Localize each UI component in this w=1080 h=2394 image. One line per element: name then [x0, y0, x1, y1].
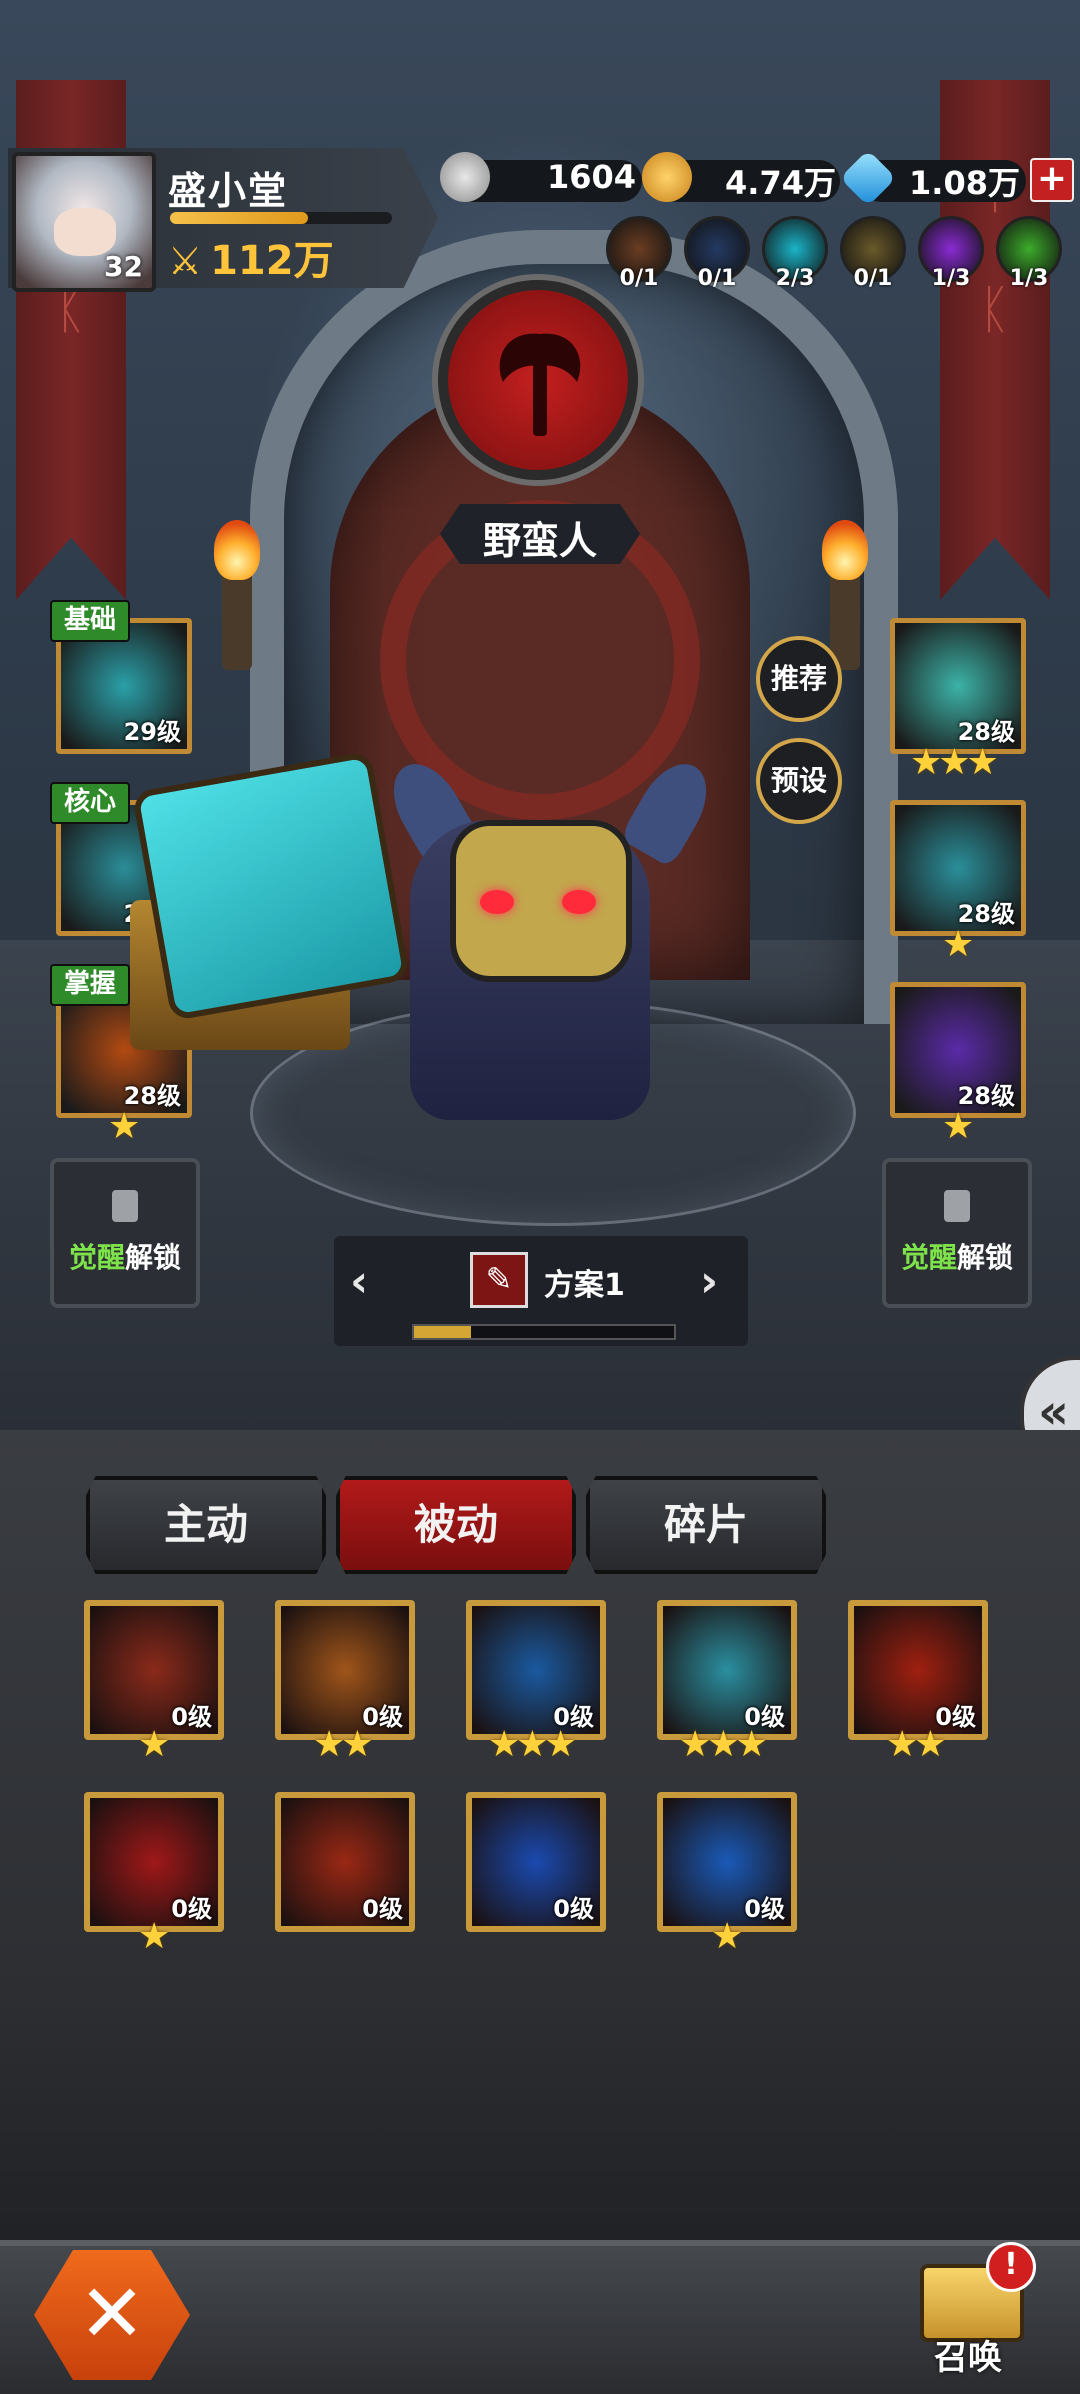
star-rating: ★: [108, 1106, 140, 1147]
slot-tag: 基础: [50, 600, 130, 642]
shield-upgrade-icon[interactable]: 0级: [275, 1600, 415, 1740]
skill-level: 0级: [171, 1895, 212, 1923]
combat-power: ⚔ 112万: [168, 238, 334, 284]
edit-pencil-icon[interactable]: ✎: [470, 1252, 528, 1308]
element-count: 2/3: [775, 266, 815, 291]
skill-level: 29级: [123, 718, 181, 746]
star-rating: ★: [711, 1916, 743, 1957]
preset-button[interactable]: 预设: [756, 738, 842, 824]
star-rating: ★★★: [488, 1724, 577, 1765]
element-count: 1/3: [931, 266, 971, 291]
lock-icon: [112, 1190, 138, 1222]
tab-active[interactable]: 主动: [86, 1476, 326, 1574]
fire-vortex-icon[interactable]: 0级: [84, 1792, 224, 1932]
locked-slot-left[interactable]: [50, 1158, 200, 1308]
player-name: 盛小堂: [168, 169, 289, 213]
skill-level: 0级: [362, 1895, 403, 1923]
star-rating: ★: [942, 1106, 974, 1147]
lock-icon: [944, 1190, 970, 1222]
star-rating: ★★★: [910, 742, 999, 783]
left-flame: [214, 520, 260, 580]
ice-shard-icon[interactable]: 0级: [657, 1600, 797, 1740]
star-rating: ★: [138, 1916, 170, 1957]
summon-label: 召唤: [934, 2338, 1002, 2378]
awaken-unlock-left: 觉醒解锁: [68, 1241, 182, 1274]
skill-level: 0级: [553, 1895, 594, 1923]
add-currency-button[interactable]: +: [1030, 158, 1074, 202]
element-count: 1/3: [1009, 266, 1049, 291]
skill-level: 0级: [744, 1895, 785, 1923]
plan-name: 方案1: [544, 1268, 625, 1303]
silver-value: 1604: [546, 158, 636, 196]
fire-aura-icon[interactable]: 0级: [275, 1792, 415, 1932]
plan-progress-bar: [412, 1324, 676, 1340]
skill-level: 0级: [171, 1703, 212, 1731]
heart-heal-icon[interactable]: 0级: [466, 1600, 606, 1740]
lightning-icon[interactable]: 28级: [890, 982, 1026, 1118]
slot-tag: 掌握: [50, 964, 130, 1006]
right-eye: [562, 890, 596, 914]
ice-hammer: [131, 750, 411, 1022]
awaken-unlock-right: 觉醒解锁: [900, 1241, 1014, 1274]
xp-bar: [170, 212, 392, 224]
element-count: 0/1: [853, 266, 893, 291]
axe-icon: [499, 333, 581, 436]
star-rating: ★: [942, 924, 974, 965]
star-rating: ★★: [886, 1724, 947, 1765]
class-name: 野蛮人: [482, 519, 597, 563]
gold-coin-icon: [642, 152, 692, 202]
diamond-value: 1.08万: [909, 164, 1020, 202]
lightning-shatter-icon[interactable]: 0级: [657, 1792, 797, 1932]
gold-value: 4.74万: [725, 164, 836, 202]
tab-fragments[interactable]: 碎片: [586, 1476, 826, 1574]
star-rating: ★★: [313, 1724, 374, 1765]
plan-prev-button[interactable]: ‹: [350, 1256, 368, 1307]
element-count: 0/1: [619, 266, 659, 291]
barbarian-helmet: [450, 820, 632, 982]
slot-tag: 核心: [50, 782, 130, 824]
locked-slot-right[interactable]: [882, 1158, 1032, 1308]
notification-badge: !: [986, 2242, 1036, 2292]
silver-coin-icon: [440, 152, 490, 202]
right-flame: [822, 520, 868, 580]
ice-crystal-icon[interactable]: 28级: [890, 618, 1026, 754]
recommend-button[interactable]: 推荐: [756, 636, 842, 722]
player-level: 32: [104, 250, 143, 283]
star-rating: ★: [138, 1724, 170, 1765]
tab-passive[interactable]: 被动: [336, 1476, 576, 1574]
star-rating: ★★★: [679, 1724, 768, 1765]
element-count: 0/1: [697, 266, 737, 291]
sword-upgrade-icon[interactable]: 0级: [84, 1600, 224, 1740]
ice-impact-icon[interactable]: 0级: [466, 1792, 606, 1932]
ice-eye-icon[interactable]: 28级: [890, 800, 1026, 936]
left-eye: [480, 890, 514, 914]
crossed-swords-icon: ⚔: [168, 239, 203, 283]
flame-icon[interactable]: 0级: [848, 1600, 988, 1740]
plan-next-button[interactable]: ›: [700, 1256, 718, 1307]
